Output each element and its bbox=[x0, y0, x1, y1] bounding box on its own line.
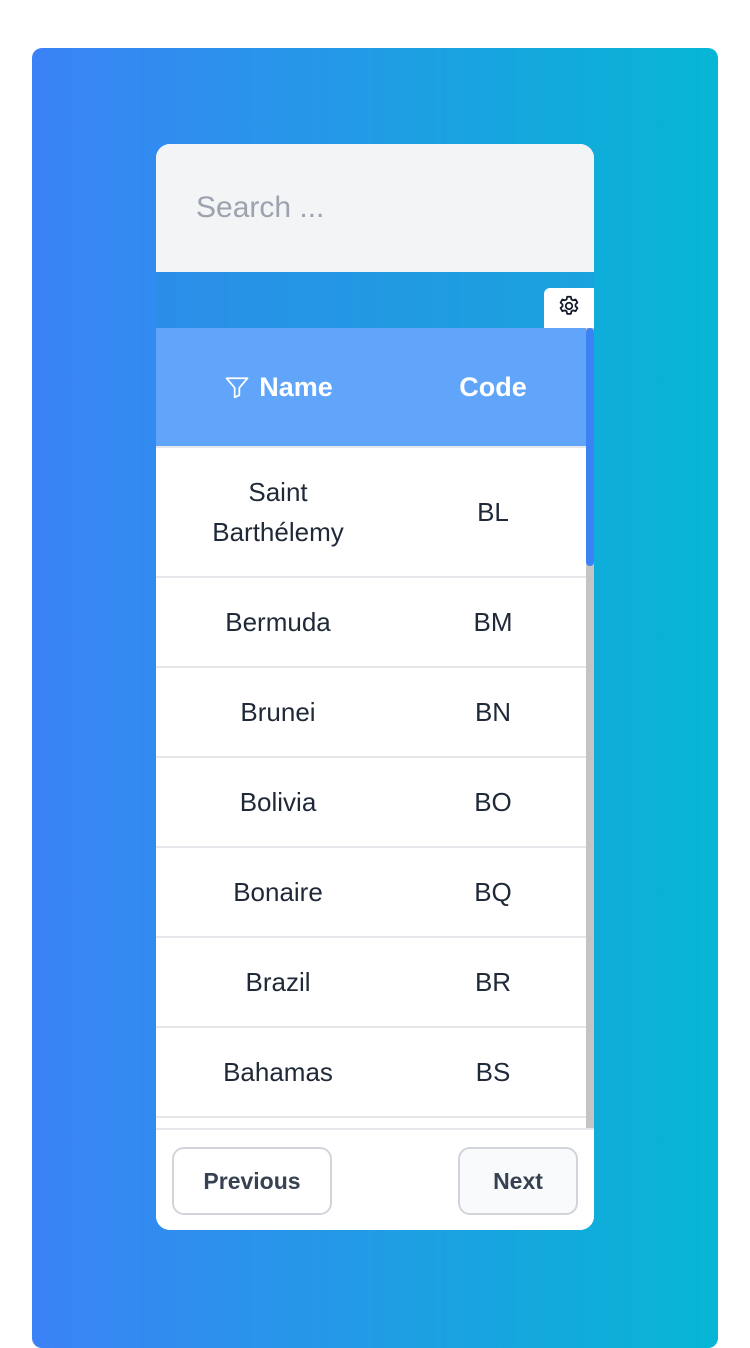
search-area bbox=[156, 144, 594, 272]
next-button[interactable]: Next bbox=[458, 1147, 578, 1215]
country-code: BM bbox=[473, 607, 513, 637]
pagination-bar: Previous Next bbox=[156, 1128, 594, 1230]
country-name: Brunei bbox=[240, 697, 316, 727]
search-input[interactable] bbox=[156, 144, 594, 272]
country-code: BN bbox=[474, 697, 512, 727]
settings-button[interactable] bbox=[544, 288, 594, 328]
gear-icon bbox=[556, 293, 582, 324]
name-column-header[interactable]: Name bbox=[156, 328, 400, 446]
country-code: BR bbox=[474, 967, 512, 997]
country-name: Bermuda bbox=[225, 607, 331, 637]
country-code: BL bbox=[477, 497, 509, 527]
table-card: Name Code Saint Barthélemy BL Bermuda BM… bbox=[156, 144, 594, 1230]
country-code: BQ bbox=[474, 877, 512, 907]
code-column-label: Code bbox=[459, 371, 527, 402]
previous-button[interactable]: Previous bbox=[172, 1147, 332, 1215]
table-row: Brunei BN bbox=[156, 668, 586, 758]
table-body: Saint Barthélemy BL Bermuda BM Brunei BN… bbox=[156, 448, 586, 1128]
country-name: Bahamas bbox=[223, 1057, 333, 1087]
table-row: Bahamas BS bbox=[156, 1028, 586, 1118]
country-name: Brazil bbox=[245, 967, 311, 997]
country-name: Bolivia bbox=[239, 787, 317, 817]
table-row: Saint Barthélemy BL bbox=[156, 448, 586, 578]
country-code: BS bbox=[475, 1057, 511, 1087]
table-row: Bonaire BQ bbox=[156, 848, 586, 938]
code-column-header[interactable]: Code bbox=[400, 328, 586, 446]
countries-table: Name Code Saint Barthélemy BL Bermuda BM… bbox=[156, 328, 594, 1128]
scrollbar-track[interactable] bbox=[586, 328, 594, 1128]
table-row: Bermuda BM bbox=[156, 578, 586, 668]
country-name: Bonaire bbox=[233, 877, 323, 907]
filter-icon[interactable] bbox=[223, 373, 251, 401]
name-column-label: Name bbox=[259, 371, 333, 402]
table-toolbar bbox=[156, 272, 594, 328]
table-row bbox=[156, 1118, 586, 1128]
country-name: Saint Barthélemy bbox=[212, 477, 344, 547]
table-row: Bolivia BO bbox=[156, 758, 586, 848]
country-code: BO bbox=[474, 787, 512, 817]
table-header: Name Code bbox=[156, 328, 586, 448]
scrollbar-thumb[interactable] bbox=[586, 328, 594, 566]
table-row: Brazil BR bbox=[156, 938, 586, 1028]
